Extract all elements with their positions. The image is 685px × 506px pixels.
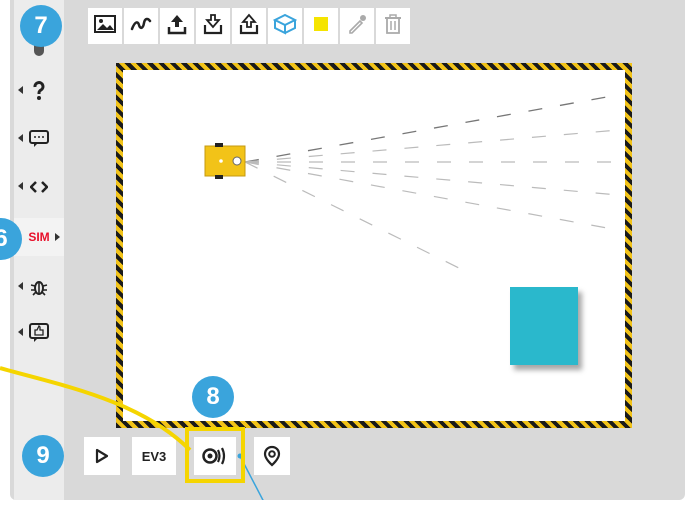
draw-button[interactable] <box>124 8 158 44</box>
ev3-button[interactable]: EV3 <box>132 437 176 475</box>
sidebar-item-debug[interactable] <box>14 268 64 306</box>
download-icon <box>202 13 224 40</box>
obstacle-box[interactable] <box>510 287 578 365</box>
image-icon <box>94 14 116 38</box>
expand-left-icon <box>18 328 23 336</box>
upload-button[interactable] <box>160 8 194 44</box>
feedback-icon <box>29 323 49 342</box>
sidebar-item-code[interactable] <box>14 168 64 206</box>
upload-icon <box>166 13 188 40</box>
import-icon <box>238 13 260 40</box>
download-button[interactable] <box>196 8 230 44</box>
eyedropper-icon <box>346 13 368 40</box>
chat-icon <box>29 130 49 147</box>
expand-left-icon <box>18 134 23 142</box>
sidebar-item-help[interactable] <box>14 72 64 110</box>
expand-left-icon <box>18 182 23 190</box>
color-square-icon <box>313 16 329 37</box>
help-icon <box>33 81 45 100</box>
expand-left-icon <box>18 282 23 290</box>
ev3-label: EV3 <box>141 448 167 464</box>
color-picker-button[interactable] <box>304 8 338 44</box>
sidebar-item-chat[interactable] <box>14 120 64 158</box>
delete-button[interactable] <box>376 8 410 44</box>
robot[interactable] <box>204 143 246 179</box>
import-button[interactable] <box>232 8 266 44</box>
trash-icon <box>383 13 403 40</box>
code-icon <box>30 181 48 193</box>
eyedropper-button[interactable] <box>340 8 374 44</box>
run-button[interactable] <box>84 437 120 475</box>
callout-badge-8: 8 <box>192 376 234 418</box>
bottom-strip <box>10 500 685 506</box>
sim-label: SIM <box>28 230 50 244</box>
expand-left-icon <box>18 86 23 94</box>
callout-badge-9: 9 <box>22 435 64 477</box>
canvas-field[interactable] <box>123 70 625 421</box>
simulation-canvas[interactable] <box>116 63 632 428</box>
sensor-rays <box>204 94 619 276</box>
expand-right-icon <box>55 233 60 241</box>
background-image-button[interactable] <box>88 8 122 44</box>
view-3d-button[interactable] <box>268 8 302 44</box>
play-icon <box>95 448 109 464</box>
location-icon <box>263 445 281 467</box>
pen-scribble-icon <box>130 15 152 38</box>
callout-badge-7: 7 <box>20 5 62 47</box>
cube-3d-icon <box>272 13 298 40</box>
bug-icon <box>30 281 48 296</box>
location-button[interactable] <box>254 437 290 475</box>
highlight-box <box>185 427 245 483</box>
sidebar-item-feedback[interactable] <box>14 314 64 352</box>
